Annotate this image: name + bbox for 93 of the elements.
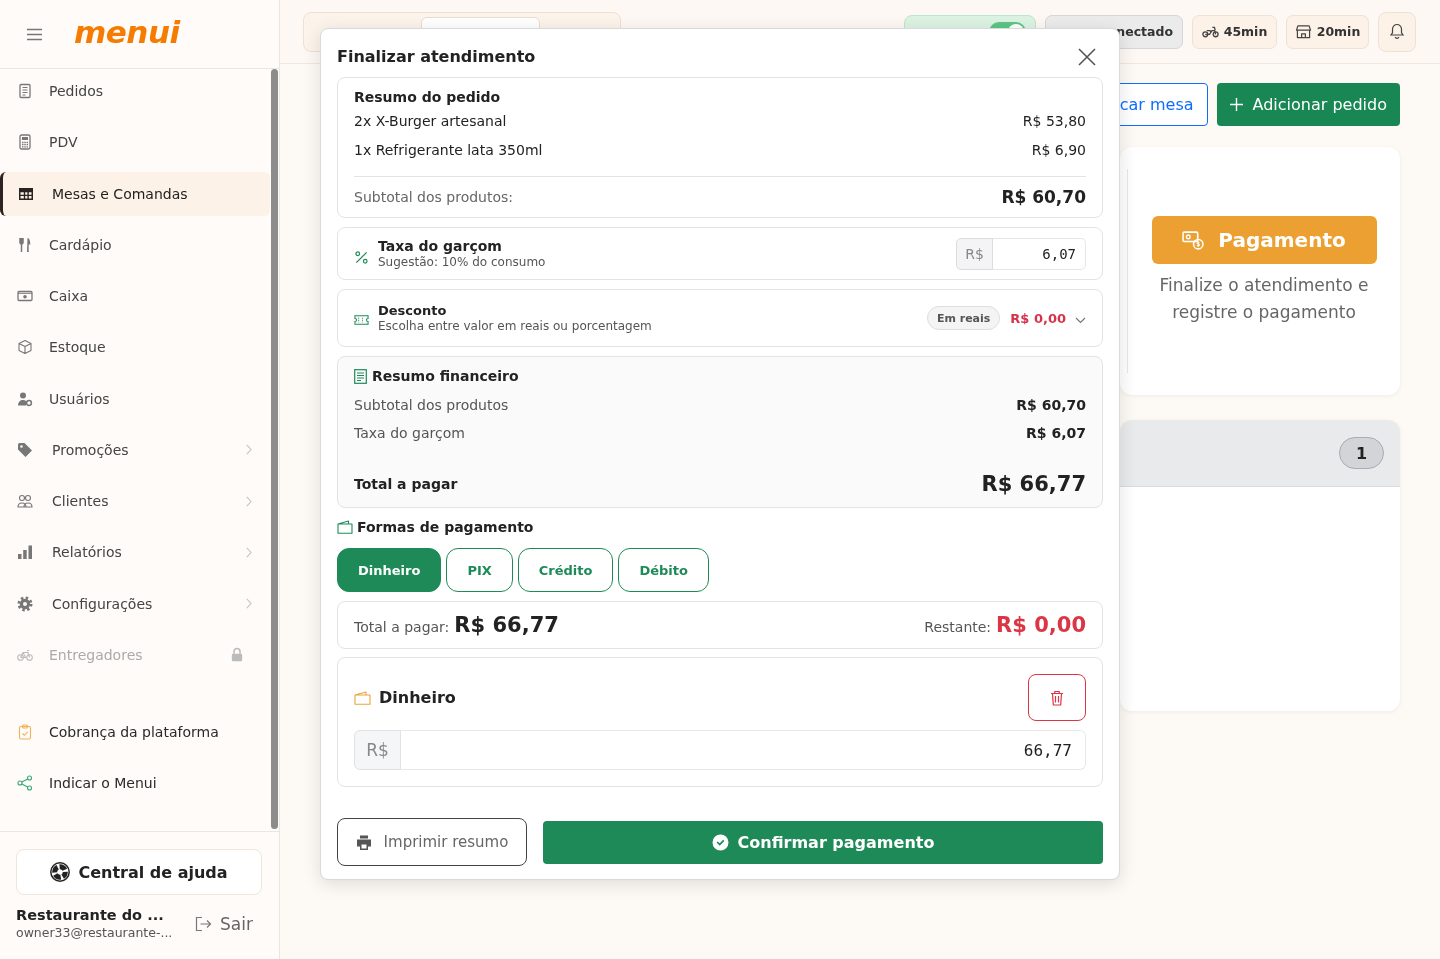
nav-item[interactable]: Usuários (0, 376, 270, 421)
fork-knife-icon (17, 236, 33, 253)
nav-link[interactable]: Cobrança da plataforma (0, 709, 270, 754)
nav-item[interactable]: Configurações (0, 581, 270, 626)
nav-item[interactable]: Cardápio (0, 222, 270, 267)
logo: menui (74, 16, 180, 48)
tag-icon (17, 441, 33, 458)
close-icon (1078, 47, 1096, 66)
nav-item[interactable]: Pedidos (0, 69, 270, 113)
total-value: R$ 66,77 (981, 472, 1086, 496)
store-icon (1294, 24, 1312, 39)
fee-input[interactable]: 6,07 (993, 237, 1086, 270)
remaining-label: Restante: (924, 619, 992, 635)
notifications-button[interactable] (1378, 11, 1416, 52)
share-icon (17, 775, 33, 792)
box-icon (17, 339, 33, 356)
people-icon (17, 493, 33, 510)
print-button[interactable]: Imprimir resumo (337, 818, 527, 866)
calculator-icon (17, 134, 33, 151)
account-name: Restaurante do ... (16, 907, 165, 924)
summary-value: R$ 60,70 (1016, 397, 1086, 413)
nav-item[interactable]: PDV (0, 120, 270, 165)
scrollbar[interactable] (271, 69, 278, 829)
nav-item[interactable]: Relatórios (0, 530, 270, 575)
nav-item[interactable]: Caixa (0, 274, 270, 319)
currency-prefix: R$ (956, 237, 993, 270)
summary-label: Subtotal dos produtos (354, 397, 509, 413)
ticket-icon (354, 314, 369, 326)
delete-button[interactable] (1028, 674, 1086, 721)
logout-button[interactable]: Sair (195, 914, 263, 934)
delivery-time-button[interactable]: 45min (1192, 14, 1277, 49)
lifebuoy-icon (50, 862, 71, 882)
remaining-value: R$ 0,00 (996, 613, 1086, 637)
payment-description: Finalize o atendimento e registre o pagamento (1158, 274, 1370, 324)
count-badge: 1 (1339, 437, 1384, 469)
nav-item[interactable]: Promoções (0, 427, 270, 472)
payment-method-tab[interactable]: Crédito (517, 548, 614, 592)
receipt-icon (354, 368, 367, 384)
payment-method-tab[interactable]: Dinheiro (337, 548, 442, 592)
grid-icon (18, 185, 34, 202)
summary-value: R$ 6,07 (1026, 425, 1086, 441)
subtotal-value: R$ 60,70 (1001, 187, 1086, 207)
amount-input[interactable]: 66,77 (401, 730, 1086, 770)
discount-hint: Escolha entre valor em reais ou porcentagem (378, 319, 653, 334)
discount-value: R$ 0,00 (1010, 310, 1066, 326)
nav-item[interactable]: Mesas e Comandas (0, 171, 270, 216)
pickup-time-button[interactable]: 20min (1286, 14, 1369, 49)
account-email: owner33@restaurante-... (16, 924, 173, 941)
plus-icon (1229, 98, 1243, 111)
section-title: Formas de pagamento (357, 519, 534, 535)
user-icon (17, 390, 33, 407)
section-title: Resumo financeiro (372, 367, 519, 385)
logout-icon (195, 916, 213, 932)
fee-title: Taxa do garçom (378, 237, 503, 255)
section-title: Resumo do pedido (354, 88, 502, 106)
add-order-button[interactable]: Adicionar pedido (1216, 83, 1400, 126)
nav-link[interactable]: Indicar o Menui (0, 761, 270, 806)
menu-icon (27, 27, 42, 41)
summary-label: Taxa do garçom (354, 425, 465, 441)
total-label: Total a pagar (354, 476, 458, 492)
discount-title: Desconto (378, 302, 448, 319)
item-price: R$ 6,90 (1031, 141, 1086, 158)
bell-icon (1389, 23, 1405, 40)
item-name: 1x Refrigerante lata 350ml (354, 141, 543, 158)
payment-method-name: Dinheiro (379, 688, 457, 707)
close-button[interactable] (1077, 46, 1097, 67)
cash-coin-icon (1182, 230, 1205, 250)
total-value: R$ 66,77 (454, 613, 559, 637)
wallet-icon (354, 690, 371, 705)
motorcycle-icon (1201, 24, 1219, 39)
gear-icon (17, 595, 33, 612)
total-label: Total a pagar: (354, 619, 450, 635)
trash-icon (1050, 689, 1064, 706)
bar-chart-icon (17, 544, 33, 561)
item-name: 2x X-Burger artesanal (354, 112, 507, 129)
fee-hint: Sugestão: 10% do consumo (378, 255, 547, 270)
subtotal-label: Subtotal dos produtos: (354, 189, 514, 205)
currency-prefix: R$ (354, 730, 401, 770)
help-button[interactable]: Central de ajuda (16, 849, 262, 895)
printer-icon (355, 834, 372, 850)
confirm-payment-button[interactable]: Confirmar pagamento (543, 820, 1103, 864)
dialog-title: Finalizar atendimento (337, 47, 536, 66)
discount-mode-toggle[interactable]: Em reais (926, 306, 1001, 330)
payment-method-tab[interactable]: PIX (446, 548, 513, 592)
nav-item[interactable]: Estoque (0, 325, 270, 370)
lock-icon (231, 647, 243, 663)
receipt-icon (17, 83, 33, 99)
percent-icon (354, 249, 369, 265)
payment-method-tab[interactable]: Débito (618, 548, 709, 592)
nav-item[interactable]: Clientes (0, 479, 270, 524)
wallet-icon (337, 520, 353, 534)
item-price: R$ 53,80 (1022, 112, 1086, 129)
clipboard-check-icon (17, 723, 33, 740)
